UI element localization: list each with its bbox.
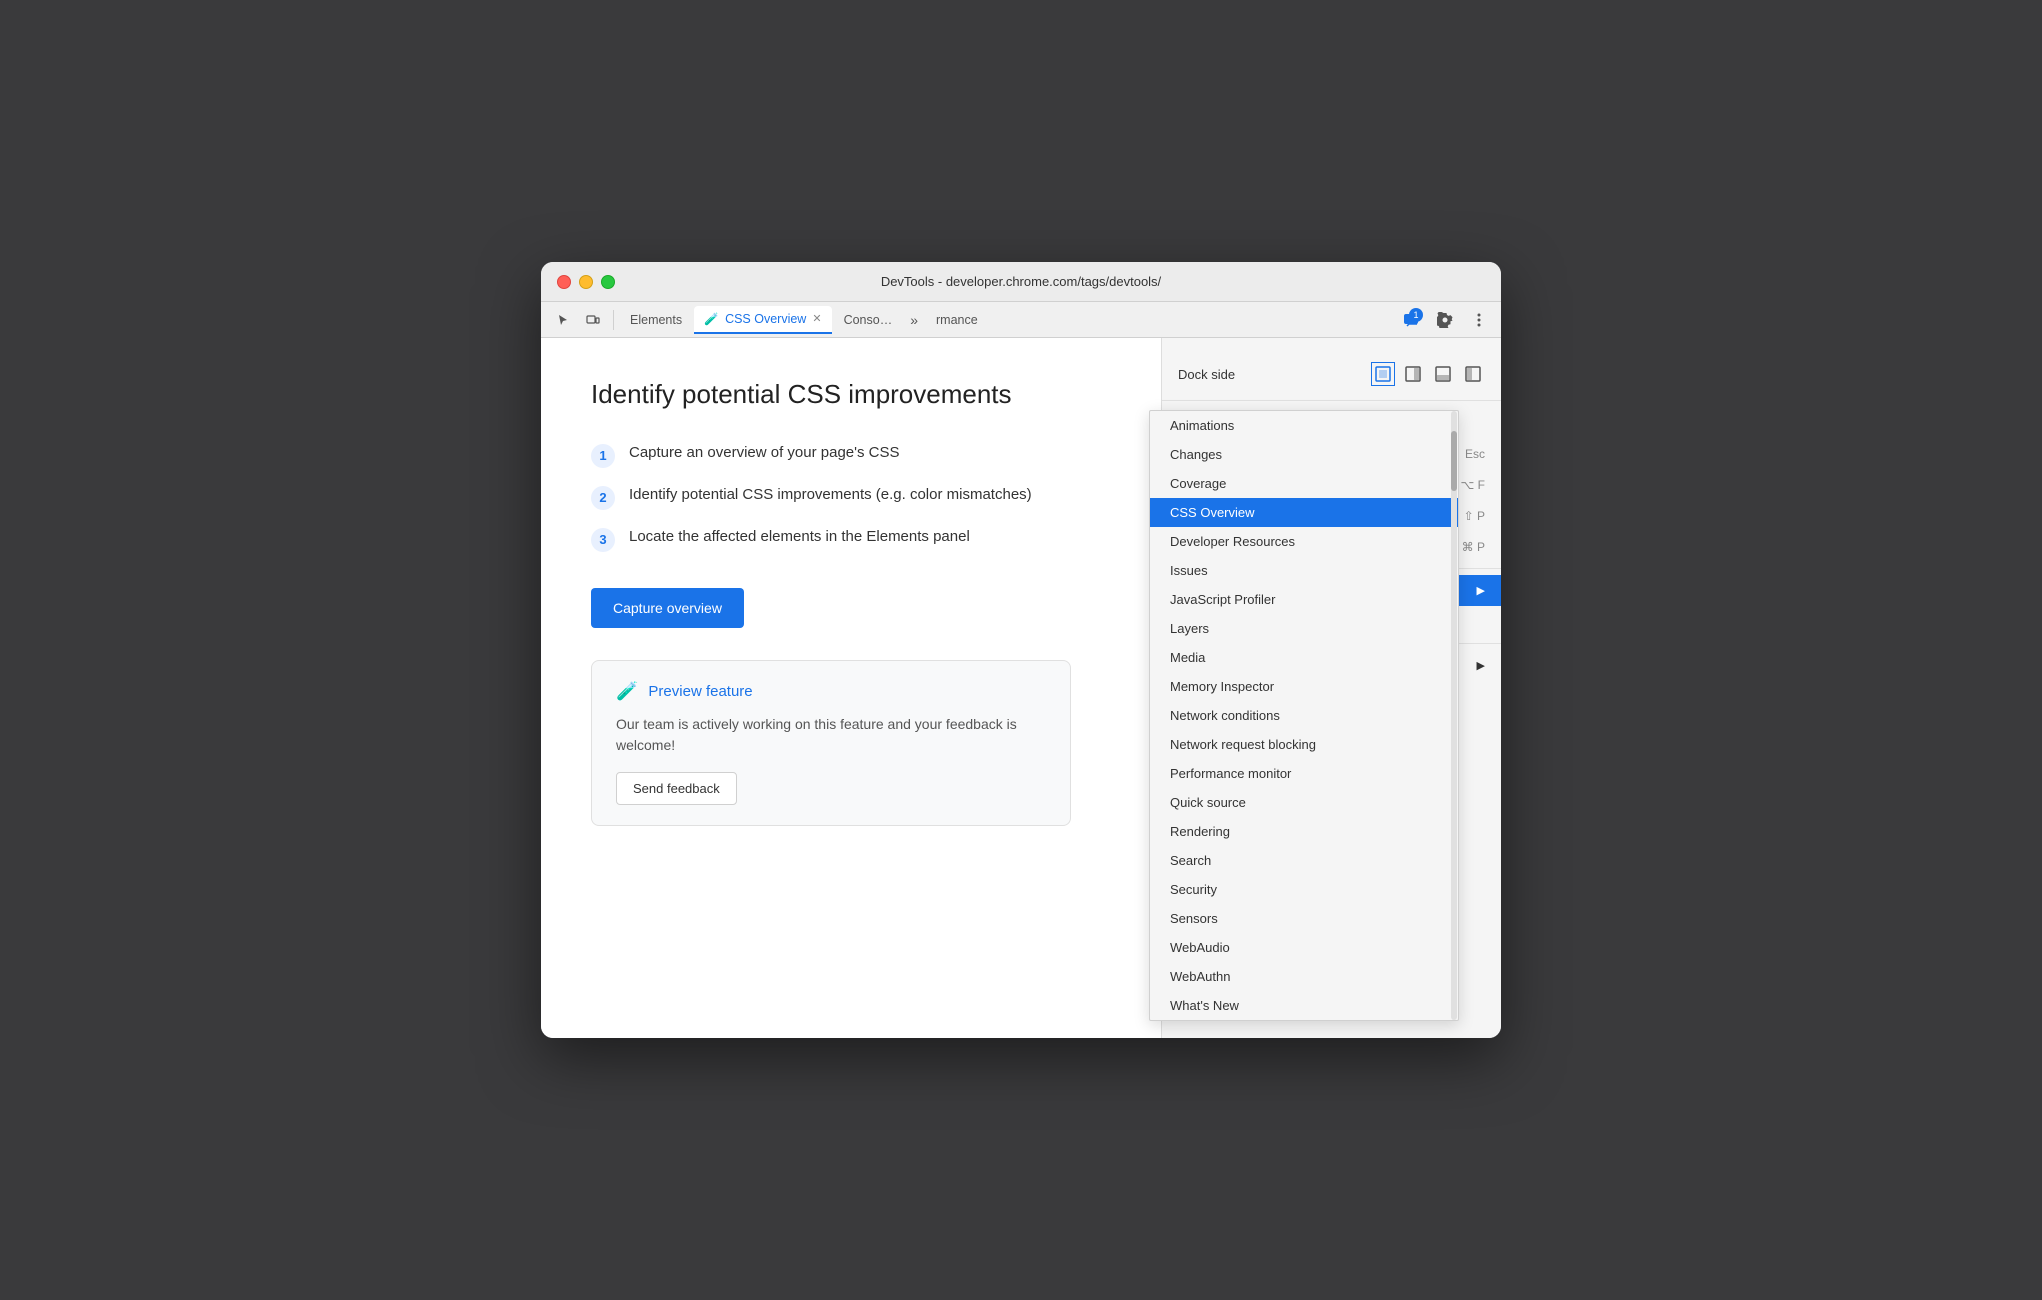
traffic-lights: [557, 275, 615, 289]
dropdown-item-animations[interactable]: Animations: [1150, 411, 1458, 440]
dock-side-row: Dock side: [1162, 354, 1501, 394]
dropdown-item-developer-resources[interactable]: Developer Resources: [1150, 527, 1458, 556]
preview-flask-icon: 🧪: [616, 681, 638, 702]
dropdown-item-quick-source[interactable]: Quick source: [1150, 788, 1458, 817]
more-options-button[interactable]: [1465, 306, 1493, 334]
dropdown-item-layers[interactable]: Layers: [1150, 614, 1458, 643]
step-item-1: 1 Capture an overview of your page's CSS: [591, 442, 1121, 468]
preview-text: Our team is actively working on this fea…: [616, 714, 1046, 756]
tab-more-button[interactable]: »: [904, 312, 924, 328]
flask-icon: 🧪: [704, 312, 719, 326]
tab-separator: [613, 310, 614, 330]
dropdown-item-coverage[interactable]: Coverage: [1150, 469, 1458, 498]
step-number-3: 3: [591, 528, 615, 552]
step-item-3: 3 Locate the affected elements in the El…: [591, 526, 1121, 552]
panel-title: Identify potential CSS improvements: [591, 378, 1121, 412]
dropdown-item-webauthn[interactable]: WebAuthn: [1150, 962, 1458, 991]
device-toolbar-icon[interactable]: [579, 306, 607, 334]
tab-css-overview-label: CSS Overview: [725, 312, 806, 326]
dock-left-icon[interactable]: [1461, 362, 1485, 386]
dropdown-scrollbar[interactable]: [1450, 411, 1458, 1020]
preview-header: 🧪 Preview feature: [616, 681, 1046, 702]
dock-icons: [1371, 362, 1485, 386]
dropdown-item-memory-inspector[interactable]: Memory Inspector: [1150, 672, 1458, 701]
settings-button[interactable]: [1431, 306, 1459, 334]
step-text-2: Identify potential CSS improvements (e.g…: [629, 484, 1032, 507]
tab-console[interactable]: Conso…: [834, 306, 903, 334]
step-number-1: 1: [591, 444, 615, 468]
dropdown-item-network-conditions[interactable]: Network conditions: [1150, 701, 1458, 730]
menu-item-shortcut: Esc: [1465, 447, 1485, 461]
tab-bar-right: 1: [1397, 306, 1493, 334]
close-window-button[interactable]: [557, 275, 571, 289]
tab-console-label: Conso…: [844, 313, 893, 327]
step-item-2: 2 Identify potential CSS improvements (e…: [591, 484, 1121, 510]
tab-elements-label: Elements: [630, 313, 682, 327]
maximize-window-button[interactable]: [601, 275, 615, 289]
devtools-panel: Identify potential CSS improvements 1 Ca…: [541, 338, 1161, 1038]
cursor-icon[interactable]: [549, 306, 577, 334]
dropdown-item-issues[interactable]: Issues: [1150, 556, 1458, 585]
menu-divider-1: [1162, 400, 1501, 401]
dock-side-label: Dock side: [1178, 367, 1235, 382]
tab-bar: Elements 🧪 CSS Overview ✕ Conso… » rmanc…: [541, 302, 1501, 338]
step-text-3: Locate the affected elements in the Elem…: [629, 526, 970, 549]
tab-close-button[interactable]: ✕: [812, 312, 821, 325]
dropdown-item-what's-new[interactable]: What's New: [1150, 991, 1458, 1020]
chat-button[interactable]: 1: [1397, 306, 1425, 334]
dropdown-item-changes[interactable]: Changes: [1150, 440, 1458, 469]
step-number-2: 2: [591, 486, 615, 510]
tab-css-overview[interactable]: 🧪 CSS Overview ✕: [694, 306, 831, 334]
submenu-arrow-icon: ▶: [1477, 584, 1485, 597]
dock-right-icon[interactable]: [1401, 362, 1425, 386]
main-area: Identify potential CSS improvements 1 Ca…: [541, 338, 1501, 1038]
chat-badge: 1: [1409, 308, 1423, 322]
dropdown-list: AnimationsChangesCoverageCSS OverviewDev…: [1150, 411, 1458, 1020]
tab-elements[interactable]: Elements: [620, 306, 692, 334]
more-tools-dropdown: AnimationsChangesCoverageCSS OverviewDev…: [1149, 410, 1459, 1021]
tab-performance[interactable]: rmance: [926, 306, 988, 334]
preview-buttons: Send feedback: [616, 772, 1046, 805]
menu-item-shortcut: ⌘ P: [1462, 540, 1485, 554]
dropdown-item-search[interactable]: Search: [1150, 846, 1458, 875]
dropdown-item-media[interactable]: Media: [1150, 643, 1458, 672]
submenu-arrow-icon: ▶: [1477, 659, 1485, 672]
dropdown-item-sensors[interactable]: Sensors: [1150, 904, 1458, 933]
step-text-1: Capture an overview of your page's CSS: [629, 442, 900, 465]
dock-undock-icon[interactable]: [1371, 362, 1395, 386]
devtools-window: DevTools - developer.chrome.com/tags/dev…: [541, 262, 1501, 1038]
dock-bottom-icon[interactable]: [1431, 362, 1455, 386]
window-title: DevTools - developer.chrome.com/tags/dev…: [557, 274, 1485, 289]
scrollbar-thumb[interactable]: [1451, 431, 1457, 491]
dropdown-item-javascript-profiler[interactable]: JavaScript Profiler: [1150, 585, 1458, 614]
dropdown-item-security[interactable]: Security: [1150, 875, 1458, 904]
performance-label: rmance: [936, 313, 978, 327]
dropdown-item-network-request-blocking[interactable]: Network request blocking: [1150, 730, 1458, 759]
steps-list: 1 Capture an overview of your page's CSS…: [591, 442, 1121, 552]
dropdown-item-performance-monitor[interactable]: Performance monitor: [1150, 759, 1458, 788]
send-feedback-button[interactable]: Send feedback: [616, 772, 737, 805]
preview-title: Preview feature: [648, 683, 752, 700]
scrollbar-track: [1451, 411, 1457, 1020]
tab-more-label: »: [910, 312, 918, 328]
dropdown-item-webaudio[interactable]: WebAudio: [1150, 933, 1458, 962]
minimize-window-button[interactable]: [579, 275, 593, 289]
dropdown-item-rendering[interactable]: Rendering: [1150, 817, 1458, 846]
preview-card: 🧪 Preview feature Our team is actively w…: [591, 660, 1071, 826]
title-bar: DevTools - developer.chrome.com/tags/dev…: [541, 262, 1501, 302]
dropdown-item-css-overview[interactable]: CSS Overview: [1150, 498, 1458, 527]
capture-overview-button[interactable]: Capture overview: [591, 588, 744, 628]
